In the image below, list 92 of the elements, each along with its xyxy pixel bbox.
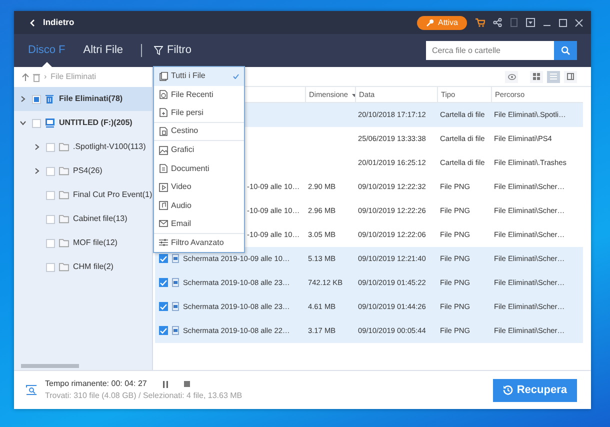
tree-item[interactable]: PS4(26) (14, 159, 152, 183)
folder-icon (59, 190, 69, 200)
mail-icon (159, 219, 168, 228)
stop-icon (184, 381, 190, 387)
checkbox[interactable] (46, 166, 55, 176)
filter-icon (154, 46, 164, 55)
view-button[interactable] (530, 70, 543, 82)
checkbox[interactable] (46, 190, 55, 200)
folder-icon (59, 262, 69, 272)
breadcrumb-separator: › (44, 71, 47, 83)
search-field[interactable]: Cerca file o cartelle (426, 41, 554, 60)
back-button[interactable]: Indietro (30, 16, 74, 29)
tree-item[interactable]: MOF file(12) (14, 231, 152, 255)
tree-item[interactable]: CHM file(2) (14, 255, 152, 279)
checkbox[interactable] (32, 118, 41, 128)
menu-item[interactable]: Video (154, 178, 244, 196)
expand-icon[interactable] (34, 168, 40, 174)
checkbox[interactable] (46, 142, 55, 152)
recover-button[interactable]: Recupera (492, 378, 577, 402)
stop-button[interactable] (184, 381, 190, 387)
check-icon (160, 256, 167, 262)
expand-icon[interactable] (20, 96, 26, 102)
sliders-icon (159, 238, 168, 248)
folder-icon (59, 238, 69, 248)
folder-icon (59, 166, 69, 176)
scan-summary: Trovati: 310 file (4.08 GB) / Selezionati: 4 file, 13.63 MB (45, 390, 242, 402)
menu-item[interactable]: Cestino (154, 122, 244, 141)
preview-button[interactable] (505, 70, 518, 82)
menu-item[interactable]: Audio (154, 196, 244, 215)
panel-icon (567, 73, 574, 80)
scan-icon (26, 385, 37, 395)
file-icon (159, 108, 168, 118)
close-icon[interactable] (575, 18, 583, 26)
expand-icon[interactable] (34, 144, 40, 150)
menu-item[interactable]: Documenti (154, 160, 244, 178)
folder-icon (59, 214, 69, 224)
cart-icon[interactable] (475, 18, 485, 27)
time-remaining: Tempo rimanente: 00: 04: 27 (45, 378, 147, 390)
checkbox[interactable] (159, 254, 168, 264)
collapse-icon[interactable] (20, 120, 26, 126)
tree-item[interactable]: File Eliminati(78) (14, 87, 152, 111)
pause-button[interactable] (162, 380, 168, 388)
image-file-icon (172, 278, 179, 288)
image-icon (159, 146, 168, 155)
checkbox[interactable] (46, 238, 55, 248)
history-icon (502, 385, 513, 395)
video-icon (159, 182, 168, 192)
key-icon (426, 18, 434, 26)
checkbox[interactable] (46, 262, 55, 272)
menu-item[interactable]: Filtro Avanzato (154, 234, 244, 252)
menu-item[interactable]: Grafici (154, 141, 244, 160)
share-icon[interactable] (493, 18, 502, 27)
search-button[interactable] (554, 41, 577, 60)
tree-item[interactable]: UNTITLED (F:)(205) (14, 111, 152, 135)
checkbox[interactable] (159, 278, 168, 288)
eye-icon (508, 74, 516, 80)
filter-button[interactable]: Filtro (154, 42, 192, 59)
check-icon (160, 304, 167, 310)
folder-icon (59, 142, 69, 152)
dropdown-icon[interactable] (526, 18, 535, 27)
menu-item[interactable]: Email (154, 215, 244, 234)
files-icon (159, 72, 168, 81)
tree-item[interactable]: Cabinet file(13) (14, 207, 152, 231)
tree-item[interactable]: .Spotlight-V100(113) (14, 135, 152, 159)
drive-icon (45, 118, 55, 128)
menu-item[interactable]: File Recenti (154, 86, 244, 104)
image-file-icon (172, 302, 179, 312)
checkmark-icon (233, 74, 239, 79)
image-file-icon (172, 254, 179, 264)
menu-item[interactable]: Tutti i File (154, 67, 244, 86)
list-icon (550, 73, 557, 80)
trash-icon (45, 94, 55, 104)
clock-file-icon (159, 90, 168, 100)
view-button[interactable] (564, 70, 577, 82)
pause-icon (162, 380, 168, 388)
checkbox[interactable] (46, 214, 55, 224)
up-arrow-icon[interactable] (22, 73, 29, 81)
checkbox[interactable] (159, 326, 168, 336)
menu-item[interactable]: File persi (154, 104, 244, 122)
search-icon (561, 46, 570, 55)
image-file-icon (172, 326, 179, 336)
checkbox[interactable] (32, 94, 41, 104)
check-icon (160, 280, 167, 286)
trash-icon (33, 72, 40, 82)
check-icon (160, 328, 167, 334)
tree-item[interactable]: Final Cut Pro Event(1) (14, 183, 152, 207)
back-icon (30, 18, 35, 26)
checkbox[interactable] (159, 302, 168, 312)
bin-file-icon (159, 126, 168, 136)
grid-icon (533, 73, 540, 80)
tab[interactable]: Altri File (83, 34, 124, 67)
maximize-icon[interactable] (559, 18, 567, 26)
